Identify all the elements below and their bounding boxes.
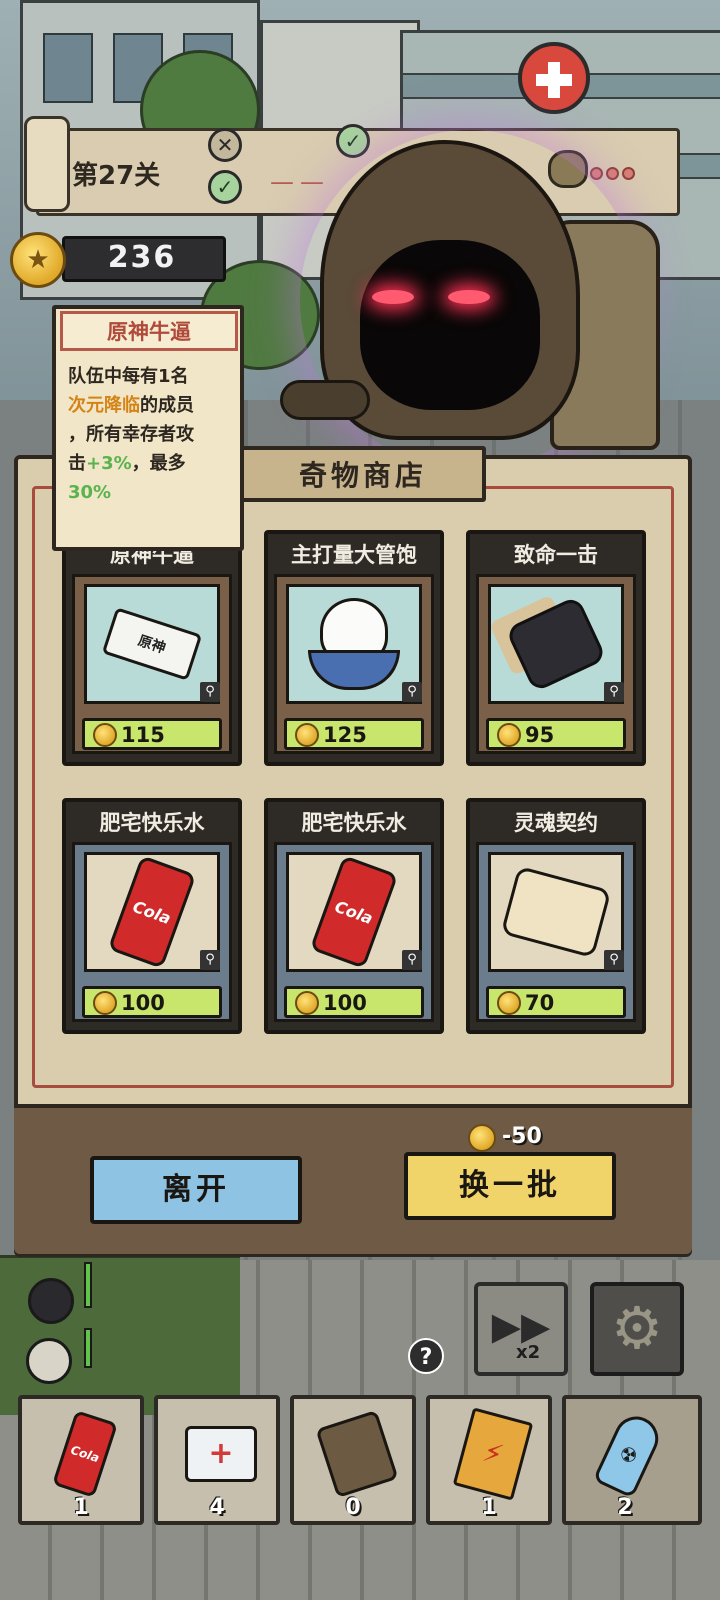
lightning-card-icon: ⚡ [452,1407,534,1501]
price-tag[interactable]: 125 [284,718,424,750]
tooltip-text: ，所有幸存者攻 [68,424,194,445]
coin-icon [468,1124,496,1152]
shop-title: 奇物商店 [298,459,427,492]
crossed-swords-icon: ✕ [208,128,242,162]
inventory-slot[interactable]: 0 [290,1395,416,1525]
tooltip-highlight: 次元降临 [68,395,140,416]
item-name: 肥宅快乐水 [301,811,407,835]
price-tag[interactable]: 95 [486,718,626,750]
survivor-hp-bar [84,1328,92,1368]
inventory-slot[interactable]: Cola 1 [18,1395,144,1525]
stage-cleared-icon: ✓ [208,170,242,204]
coin-icon [93,723,117,747]
glove-icon [504,595,608,693]
coin-icon [497,991,521,1015]
tooltip-bonus: +3% [86,453,132,474]
first-aid-sign-icon [518,42,590,114]
cola-can-icon: Cola [107,855,197,969]
inventory-slot[interactable]: ⚡ 1 [426,1395,552,1525]
coin-icon [93,991,117,1015]
speed-multiplier: x2 [516,1342,541,1363]
item-price: 100 [323,991,367,1015]
shop-item-card[interactable]: 主打量大管饱 ⚲ 125 [264,530,444,766]
item-price: 115 [121,723,165,747]
genshin-ticket-icon: 原神 [101,607,203,681]
survivor-avatar [28,1278,74,1324]
gear-icon: ⚙ [611,1294,663,1362]
grass-patch [0,1255,240,1415]
inventory-slot[interactable]: ☢ 2 [562,1395,702,1525]
magnifier-icon[interactable]: ⚲ [402,682,422,702]
tooltip-text: ，最多 [131,453,186,474]
shop-item-card[interactable]: 原神牛逼 原神 ⚲ 115 [62,530,242,766]
item-name: 致命一击 [514,543,598,567]
magnifier-icon[interactable]: ⚲ [200,682,220,702]
price-tag[interactable]: 70 [486,986,626,1018]
price-tag[interactable]: 100 [82,986,222,1018]
tooltip-max: 30% [68,482,112,503]
level-scroll-icon [24,116,70,212]
shop-item-card[interactable]: 肥宅快乐水 Cola ⚲ 100 [62,798,242,1034]
cola-can-icon: Cola [52,1410,118,1498]
item-count: 4 [209,1495,225,1520]
shop-item-card[interactable]: 灵魂契约 ⚲ 70 [466,798,646,1034]
level-title: 第27关 [72,161,161,191]
cola-can-icon: Cola [309,855,399,969]
coin-icon [295,991,319,1015]
coin-icon [295,723,319,747]
tooltip-text: 队伍中每有1名 [68,366,189,387]
coin-value: 236 [107,240,177,275]
item-price: 125 [323,723,367,747]
shop-item-card[interactable]: 肥宅快乐水 Cola ⚲ 100 [264,798,444,1034]
item-name: 灵魂契约 [514,811,598,835]
scroll-icon [315,1409,399,1499]
magnifier-icon[interactable]: ⚲ [604,950,624,970]
price-tag[interactable]: 115 [82,718,222,750]
contract-scroll-icon [500,865,612,959]
refresh-cost: -50 [502,1124,542,1149]
price-tag[interactable]: 100 [284,986,424,1018]
item-name: 肥宅快乐水 [99,811,205,835]
item-count: 1 [481,1495,497,1520]
leave-button[interactable]: 离开 [90,1156,302,1224]
magnifier-icon[interactable]: ⚲ [604,682,624,702]
tooltip-description: 队伍中每有1名 次元降临的成员 ，所有幸存者攻 击+3%，最多 30% [68,362,240,507]
tooltip-text: 的成员 [140,395,194,416]
tooltip-text: 击 [68,453,86,474]
hooded-merchant [280,130,660,470]
item-price: 95 [525,723,555,747]
coin-icon [497,723,521,747]
tooltip-title: 原神牛逼 [107,320,191,344]
magnifier-icon[interactable]: ⚲ [402,950,422,970]
gold-coin-icon: ★ [10,232,66,288]
magnifier-icon[interactable]: ⚲ [200,950,220,970]
help-button[interactable]: ? [408,1338,444,1374]
item-count: 0 [345,1495,361,1520]
item-count: 2 [617,1495,633,1520]
item-price: 100 [121,991,165,1015]
survivor-hp-bar [84,1262,92,1308]
first-aid-kit-icon: + [185,1426,257,1482]
refresh-button[interactable]: 换一批 [404,1152,616,1220]
inventory-slot[interactable]: + 4 [154,1395,280,1525]
survivor-avatar [26,1338,72,1384]
item-count: 1 [73,1495,89,1520]
item-name: 主打量大管饱 [291,543,417,567]
shop-item-card[interactable]: 致命一击 ⚲ 95 [466,530,646,766]
settings-button[interactable]: ⚙ [590,1282,684,1376]
nuke-bomb-icon: ☢ [592,1409,666,1499]
item-price: 70 [525,991,555,1015]
rice-bowl-icon [306,594,402,694]
